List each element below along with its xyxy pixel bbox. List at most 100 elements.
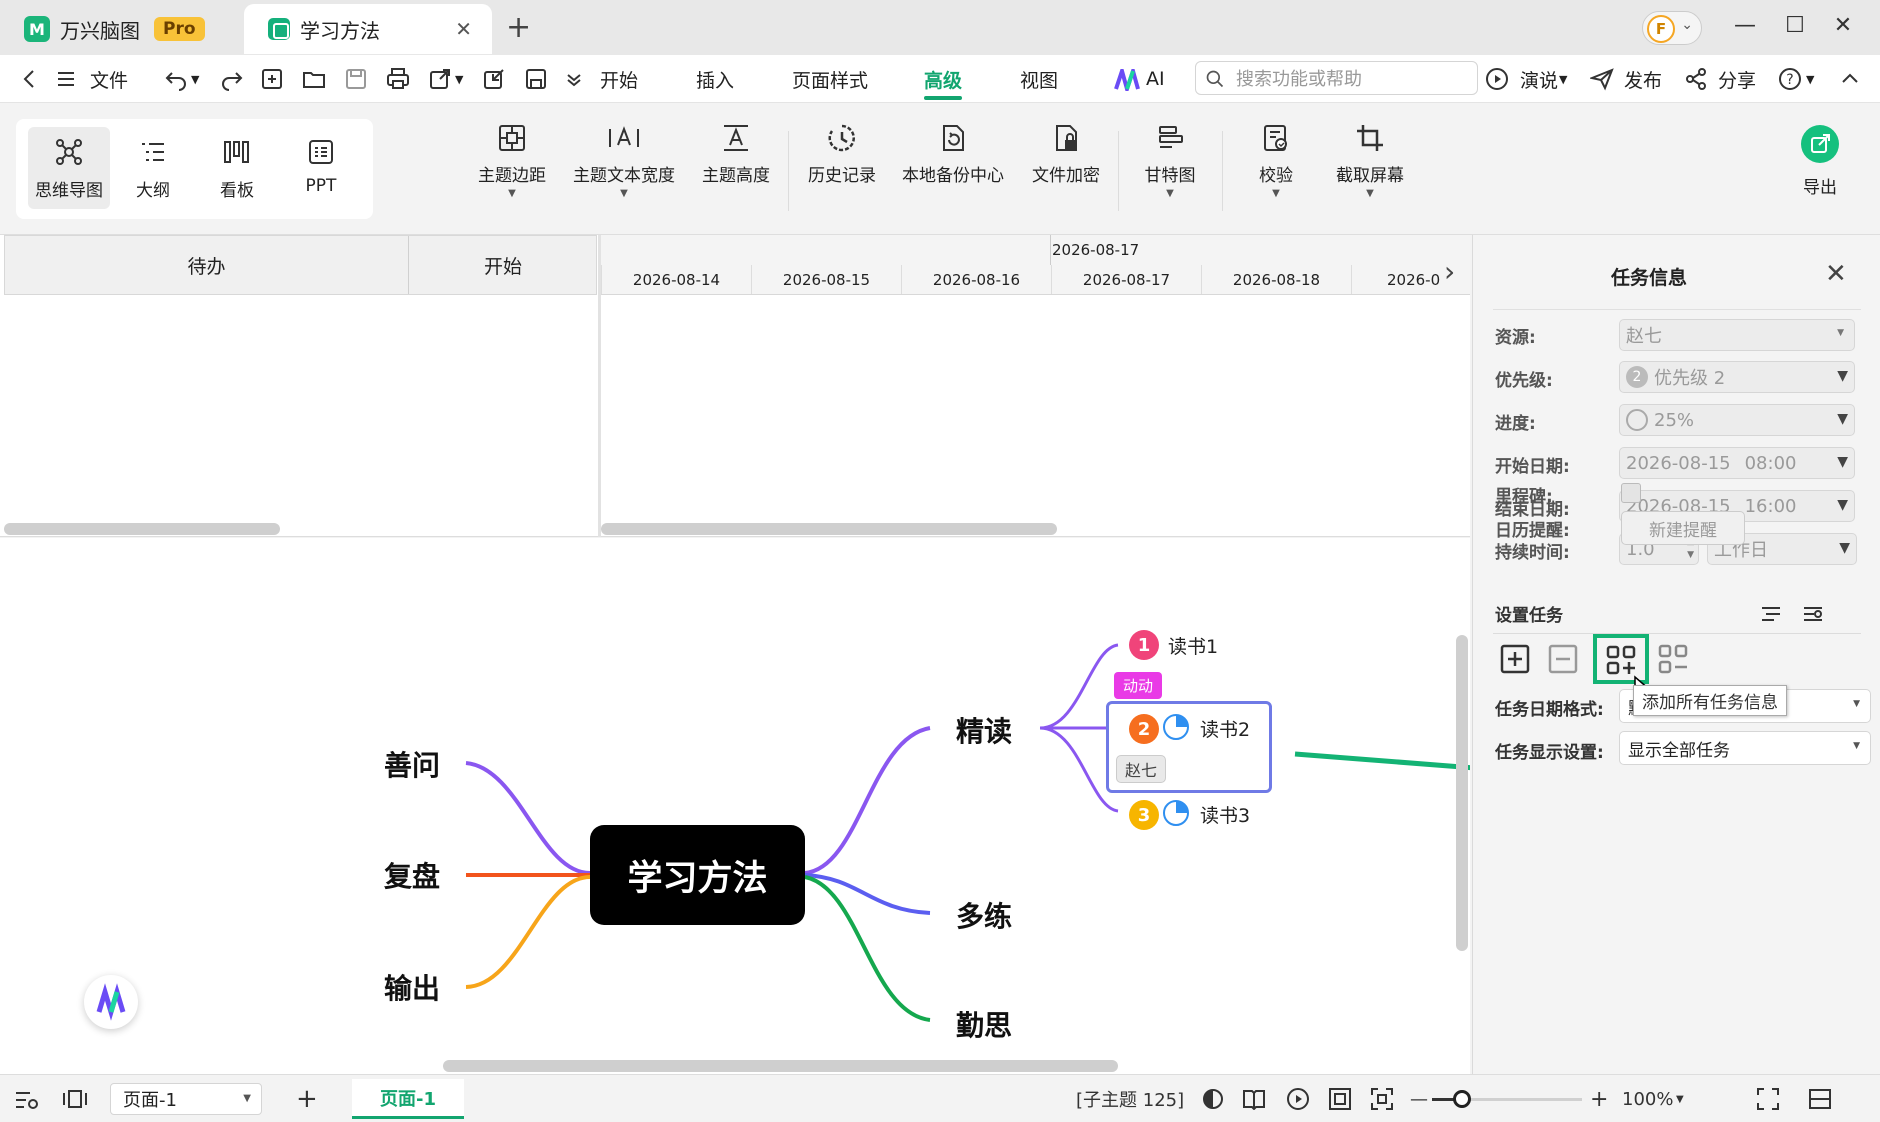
priority-2-icon[interactable]: 2 (1129, 714, 1159, 744)
file-menu[interactable]: 文件 (90, 55, 128, 103)
outline-view-button[interactable]: 大纲 (112, 127, 194, 209)
priority-select[interactable]: 2 优先级 2 ▼ (1619, 361, 1855, 393)
menu-icon[interactable] (54, 67, 78, 91)
tab-start[interactable]: 开始 (600, 55, 638, 103)
collapse-fields-icon[interactable] (1759, 602, 1783, 626)
toggle-panel-icon[interactable] (1808, 1087, 1832, 1111)
central-topic[interactable]: 学习方法 (590, 825, 805, 925)
new-reminder-button[interactable]: 新建提醒 (1621, 511, 1745, 545)
undo-dropdown-icon[interactable]: ▼ (191, 55, 199, 103)
page-view-icon[interactable] (62, 1089, 88, 1109)
more-tools-icon[interactable] (562, 67, 586, 91)
start-date-picker[interactable]: 2026-08-15 08:00 ▼ (1619, 447, 1855, 479)
page-tab[interactable]: 页面-1 (352, 1079, 464, 1119)
book-icon[interactable] (1242, 1088, 1266, 1110)
timeline-next-button[interactable]: › (1444, 255, 1455, 288)
tab-advanced[interactable]: 高级 (924, 55, 963, 103)
tab-page-style[interactable]: 页面样式 (792, 55, 868, 103)
print-icon[interactable] (386, 67, 410, 91)
redo-icon[interactable] (220, 67, 244, 91)
mindmap-canvas[interactable]: 善问 复盘 输出 学习方法 精读 多练 勤思 1 读书1 动动 2 读书2 赵七… (0, 538, 1470, 1074)
help-icon[interactable]: ? (1778, 67, 1802, 91)
ai-logo-icon[interactable] (1114, 69, 1140, 91)
present-dropdown-icon[interactable]: ▼ (1559, 55, 1567, 103)
fullscreen-icon[interactable] (1756, 1087, 1780, 1111)
file-encrypt-button[interactable]: 文件加密 (1026, 123, 1106, 223)
check-button[interactable]: 校验 ▼ (1236, 123, 1316, 223)
import-icon[interactable] (482, 67, 506, 91)
theme-icon[interactable] (1202, 1088, 1224, 1110)
column-todo[interactable]: 待办 (5, 236, 409, 294)
fit-screen-icon[interactable] (1370, 1087, 1394, 1111)
subtopic-dushu3[interactable]: 读书3 (1200, 801, 1250, 828)
priority-1-icon[interactable]: 1 (1129, 630, 1159, 660)
mindmap-view-button[interactable]: 思维导图 (28, 127, 110, 209)
resource-select[interactable]: 赵七 ▼ (1619, 319, 1855, 351)
maximize-button[interactable]: ☐ (1780, 10, 1810, 40)
topic-text-width-button[interactable]: 主题文本宽度 ▼ (570, 123, 678, 223)
page-select[interactable]: 页面-1 ▼ (110, 1083, 262, 1115)
subtopic-dushu1[interactable]: 读书1 (1168, 632, 1218, 659)
branch-shanwen[interactable]: 善问 (384, 744, 440, 784)
open-folder-icon[interactable] (302, 67, 326, 91)
save-icon[interactable] (344, 67, 368, 91)
gantt-button[interactable]: 甘特图 ▼ (1130, 123, 1210, 223)
task-settings-icon[interactable] (1801, 602, 1825, 626)
kanban-view-button[interactable]: 看板 (196, 127, 278, 209)
column-start[interactable]: 开始 (409, 236, 597, 294)
user-avatar-button[interactable]: F ⌄ (1642, 11, 1702, 45)
canvas-vertical-scrollbar[interactable] (1456, 635, 1468, 951)
branch-qinsi[interactable]: 勤思 (956, 1004, 1012, 1044)
minimize-button[interactable]: — (1730, 10, 1760, 40)
ai-menu[interactable]: AI (1146, 55, 1165, 103)
screenshot-button[interactable]: 截取屏幕 ▼ (1330, 123, 1410, 223)
search-input[interactable]: 搜索功能或帮助 (1195, 61, 1478, 95)
export-button[interactable]: 导出 (1792, 125, 1848, 198)
branch-fupan[interactable]: 复盘 (384, 855, 440, 895)
table-scrollbar[interactable] (4, 523, 280, 535)
play-icon[interactable] (1286, 1087, 1310, 1111)
share-button[interactable]: 分享 (1718, 55, 1756, 103)
back-icon[interactable] (18, 67, 42, 91)
branch-duolian[interactable]: 多练 (956, 895, 1012, 935)
topic-tag[interactable]: 动动 (1114, 672, 1163, 699)
document-tab[interactable]: 学习方法 ✕ (244, 4, 492, 54)
topic-margin-button[interactable]: 主题边距 ▼ (472, 123, 552, 223)
add-task-icon[interactable] (1499, 643, 1531, 675)
app-tab[interactable]: M 万兴脑图 Pro (0, 4, 240, 54)
history-button[interactable]: 历史记录 (802, 123, 882, 223)
priority-3-icon[interactable]: 3 (1129, 800, 1159, 830)
zoom-value[interactable]: 100% (1622, 1075, 1673, 1122)
tab-insert[interactable]: 插入 (696, 55, 734, 103)
collapse-ribbon-icon[interactable] (1838, 67, 1862, 91)
topic-height-button[interactable]: 主题高度 (696, 123, 776, 223)
zoom-dropdown-icon[interactable]: ▼ (1676, 1075, 1684, 1122)
progress-select[interactable]: 25% ▼ (1619, 404, 1855, 436)
task-display-select[interactable]: 显示全部任务 ▼ (1619, 731, 1871, 765)
add-all-task-info-icon[interactable] (1605, 644, 1637, 676)
remove-task-icon[interactable] (1547, 643, 1579, 675)
milestone-checkbox[interactable] (1621, 483, 1641, 503)
share-icon[interactable] (1684, 67, 1708, 91)
export-dropdown-icon[interactable]: ▼ (455, 55, 463, 103)
local-backup-button[interactable]: 本地备份中心 (898, 123, 1008, 223)
resource-chip[interactable]: 赵七 (1116, 755, 1166, 783)
timeline-scrollbar[interactable] (601, 523, 1057, 535)
remove-all-task-info-icon[interactable] (1657, 643, 1689, 675)
present-icon[interactable] (1485, 67, 1509, 91)
ai-assistant-button[interactable] (84, 975, 138, 1029)
publish-button[interactable]: 发布 (1624, 55, 1662, 103)
progress-25-icon[interactable] (1162, 713, 1190, 741)
canvas-horizontal-scrollbar[interactable] (443, 1060, 1118, 1072)
pro-badge[interactable]: Pro (154, 17, 205, 41)
export-file-icon[interactable] (428, 67, 452, 91)
ppt-view-button[interactable]: PPT (280, 127, 362, 209)
branch-jingdu[interactable]: 精读 (956, 710, 1012, 750)
close-panel-icon[interactable]: ✕ (1825, 259, 1847, 289)
save-as-icon[interactable] (524, 67, 548, 91)
tab-view[interactable]: 视图 (1020, 55, 1058, 103)
zoom-out-button[interactable]: — (1410, 1075, 1428, 1122)
add-page-button[interactable]: + (296, 1075, 318, 1122)
fit-page-icon[interactable] (1328, 1087, 1352, 1111)
progress-25-icon[interactable] (1162, 799, 1190, 827)
